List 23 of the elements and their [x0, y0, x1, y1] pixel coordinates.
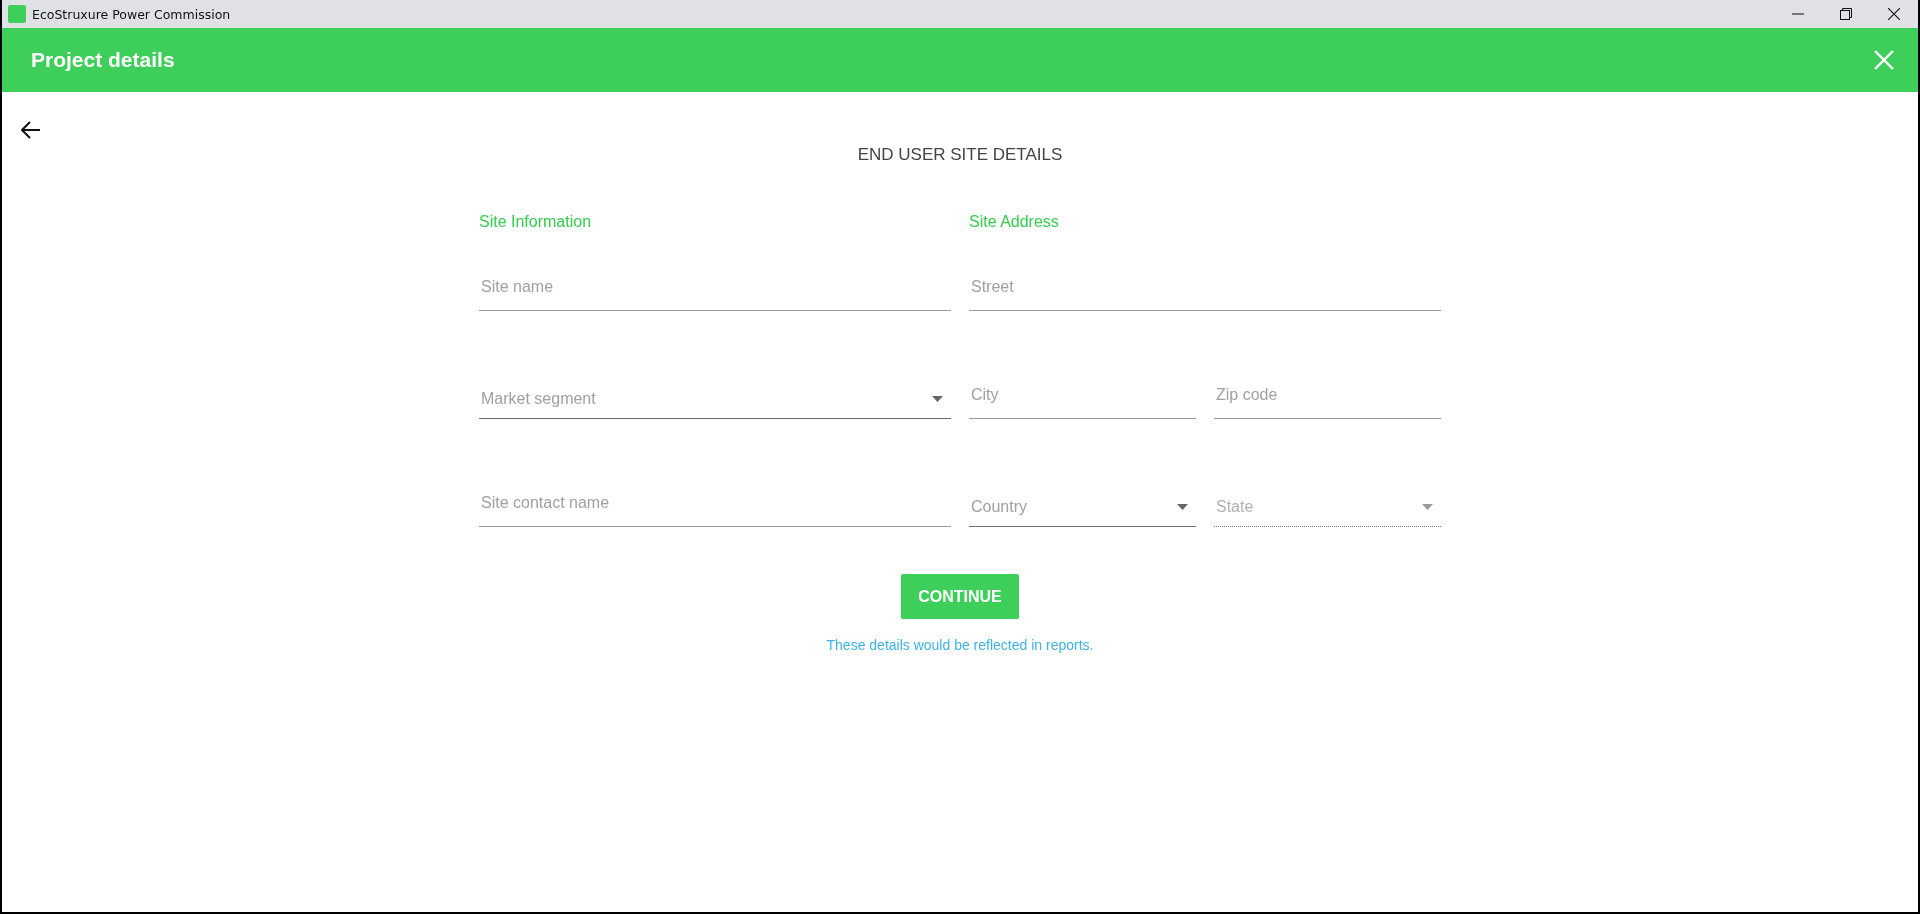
continue-button[interactable]: CONTINUE: [901, 574, 1019, 619]
input-field[interactable]: Site contact name: [479, 479, 951, 527]
dropdown-caret-icon: [932, 396, 943, 402]
page-title: Project details: [31, 48, 175, 72]
dropdown-field[interactable]: Market segment: [479, 371, 951, 419]
section-title: Site Information: [479, 213, 593, 232]
close-icon: [1874, 50, 1894, 70]
section-heading: END USER SITE DETAILS: [857, 145, 1063, 165]
section-title: Site Address: [969, 213, 1060, 232]
app-logo-icon: [8, 5, 26, 23]
input-field[interactable]: Zip code: [1214, 371, 1441, 419]
back-arrow-icon: [21, 121, 41, 139]
restore-icon: [1840, 8, 1852, 20]
window-title: EcoStruxure Power Commission: [32, 6, 232, 22]
info-note: These details would be reflected in reports.: [826, 637, 1094, 653]
dropdown-field[interactable]: Country: [969, 479, 1196, 527]
close-button[interactable]: [1872, 48, 1896, 72]
input-field[interactable]: Site name: [479, 263, 951, 311]
input-field[interactable]: Street: [969, 263, 1441, 311]
dropdown-caret-icon: [1177, 504, 1188, 510]
dropdown-caret-icon: [1422, 504, 1433, 510]
input-field[interactable]: City: [969, 371, 1196, 419]
close-icon: [1888, 8, 1900, 20]
